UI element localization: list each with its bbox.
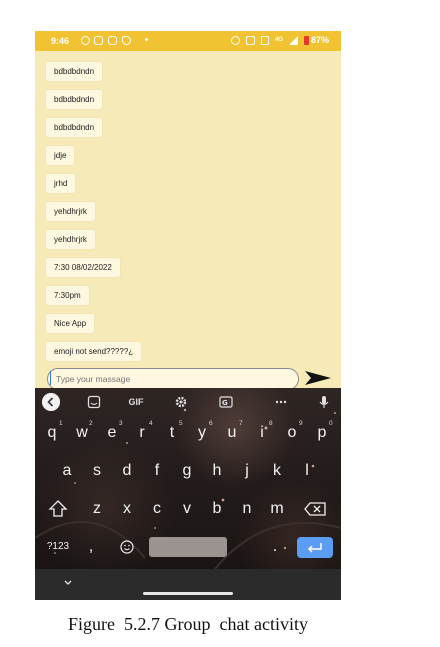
key-u[interactable]: u7 bbox=[217, 418, 247, 448]
message-bubble: bdbdbdndn bbox=[46, 118, 103, 137]
message-bubble: 7:30pm bbox=[46, 286, 89, 305]
message-input[interactable] bbox=[47, 368, 299, 390]
keyboard-row-3: z x c v b n m bbox=[35, 494, 341, 524]
spacebar[interactable] bbox=[149, 537, 227, 557]
status-time: 9:46 bbox=[51, 36, 70, 46]
key-e[interactable]: e3 bbox=[97, 418, 127, 448]
key-period[interactable]: . bbox=[265, 532, 285, 562]
signal-icon bbox=[288, 35, 298, 45]
battery-level: 87% bbox=[310, 35, 329, 45]
keyboard-row-4: ?123 , . bbox=[35, 532, 341, 562]
more-icon[interactable] bbox=[274, 395, 288, 409]
keyboard: GIF G q1 w2 e3 r4 t5 y 6 u 7 i 8 o 9 p 0… bbox=[35, 388, 341, 569]
chat-icon bbox=[94, 36, 103, 45]
symbols-key[interactable]: ?123 bbox=[38, 532, 78, 562]
keyboard-row-1: q1 w2 e3 r4 t5 y6 u7 i8 o9 p0 bbox=[35, 418, 341, 448]
whatsapp-icon bbox=[81, 36, 90, 45]
message-bubble: yehdhrjrk bbox=[46, 230, 95, 249]
keyboard-row-2: a s d f g h j k l bbox=[35, 456, 341, 486]
key-f[interactable]: f bbox=[142, 456, 172, 486]
key-i[interactable]: i8 bbox=[247, 418, 277, 448]
emoji-icon[interactable] bbox=[115, 532, 139, 562]
message-bubble: bdbdbdndn bbox=[46, 62, 103, 81]
send-arrow-icon[interactable] bbox=[304, 370, 332, 386]
enter-icon[interactable] bbox=[297, 537, 333, 558]
alarm-icon bbox=[230, 35, 240, 45]
key-comma[interactable]: , bbox=[81, 532, 101, 562]
keyboard-toolbar: GIF G bbox=[35, 388, 341, 416]
home-handle[interactable] bbox=[143, 592, 233, 595]
key-r[interactable]: r4 bbox=[127, 418, 157, 448]
key-x[interactable]: x bbox=[112, 494, 142, 524]
figure-caption: Figure 5.2.7 Group chat activity bbox=[68, 614, 308, 634]
key-v[interactable]: v bbox=[172, 494, 202, 524]
instagram-icon bbox=[108, 36, 117, 45]
message-bubble: 7:30 08/02/2022 bbox=[46, 258, 120, 277]
phone-screen: 9:46 4G 87% bdbdbdndn bdbdbdndn bdbdbdnd… bbox=[35, 31, 341, 600]
key-p[interactable]: p0 bbox=[307, 418, 337, 448]
status-bar: 9:46 4G 87% bbox=[35, 31, 341, 51]
key-g[interactable]: g bbox=[172, 456, 202, 486]
message-bubble: emoji not send?????¿ bbox=[46, 342, 142, 361]
message-composer bbox=[35, 368, 341, 390]
key-z[interactable]: z bbox=[82, 494, 112, 524]
lte-icon bbox=[260, 35, 269, 45]
sticker-icon[interactable] bbox=[87, 395, 101, 409]
key-d[interactable]: d bbox=[112, 456, 142, 486]
backspace-icon[interactable] bbox=[301, 494, 331, 524]
shift-icon[interactable] bbox=[43, 494, 73, 524]
key-n[interactable]: n bbox=[232, 494, 262, 524]
vibrate-icon bbox=[245, 35, 255, 45]
message-bubble: jdje bbox=[46, 146, 75, 165]
navigation-bar bbox=[35, 569, 341, 600]
key-j[interactable]: j bbox=[232, 456, 262, 486]
battery-icon bbox=[303, 35, 309, 45]
settings-icon[interactable] bbox=[174, 395, 188, 409]
svg-text:G: G bbox=[222, 399, 228, 407]
chevron-left-icon[interactable] bbox=[42, 393, 60, 411]
key-a[interactable]: a bbox=[52, 456, 82, 486]
message-bubble: Nice App bbox=[46, 314, 95, 333]
message-bubble: yehdhrjrk bbox=[46, 202, 95, 221]
chevron-down-icon[interactable] bbox=[62, 578, 74, 588]
message-bubble: jrhd bbox=[46, 174, 76, 193]
mic-icon[interactable] bbox=[318, 395, 330, 409]
bird-icon bbox=[122, 36, 131, 45]
text-cursor bbox=[50, 371, 51, 385]
key-w[interactable]: w2 bbox=[67, 418, 97, 448]
key-b[interactable]: b bbox=[202, 494, 232, 524]
key-y[interactable]: y6 bbox=[187, 418, 217, 448]
network-type: 4G bbox=[274, 37, 283, 43]
key-s[interactable]: s bbox=[82, 456, 112, 486]
key-h[interactable]: h bbox=[202, 456, 232, 486]
key-l[interactable]: l bbox=[292, 456, 322, 486]
chat-messages[interactable]: bdbdbdndn bdbdbdndn bdbdbdndn jdje jrhd … bbox=[35, 51, 341, 401]
key-k[interactable]: k bbox=[262, 456, 292, 486]
key-c[interactable]: c bbox=[142, 494, 172, 524]
key-t[interactable]: t5 bbox=[157, 418, 187, 448]
key-m[interactable]: m bbox=[262, 494, 292, 524]
key-o[interactable]: o9 bbox=[277, 418, 307, 448]
gif-icon[interactable]: GIF bbox=[125, 395, 147, 409]
translate-icon[interactable]: G bbox=[219, 395, 233, 409]
dot-icon bbox=[145, 38, 148, 41]
message-bubble: bdbdbdndn bbox=[46, 90, 103, 109]
key-q[interactable]: q1 bbox=[37, 418, 67, 448]
